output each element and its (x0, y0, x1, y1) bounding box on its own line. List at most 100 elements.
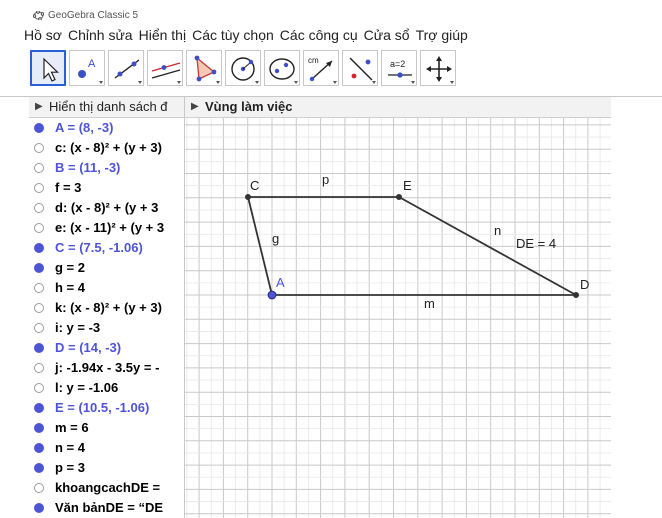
graphics-view-header[interactable]: ▶ Vùng làm việc (185, 97, 611, 118)
move-view-tool-button[interactable] (420, 50, 456, 86)
expand-triangle-icon[interactable]: ▶ (35, 101, 43, 112)
menu-tools[interactable]: Các công cụ (280, 27, 358, 47)
line-icon (114, 59, 142, 84)
algebra-row[interactable]: f = 3 (29, 178, 184, 198)
visibility-toggle[interactable] (34, 223, 44, 233)
algebra-expression[interactable]: D = (14, -3) (55, 340, 121, 355)
algebra-row[interactable]: m = 6 (29, 418, 184, 438)
algebra-row[interactable]: l: y = -1.06 (29, 378, 184, 398)
algebra-row[interactable]: B = (11, -3) (29, 158, 184, 178)
algebra-row[interactable]: h = 4 (29, 278, 184, 298)
reflect-tool-button[interactable] (342, 50, 378, 86)
algebra-expression[interactable]: c: (x - 8)² + (y + 3) (55, 140, 162, 155)
visibility-toggle[interactable] (34, 163, 44, 173)
point-D[interactable] (573, 292, 579, 298)
algebra-expression[interactable]: C = (7.5, -1.06) (55, 240, 143, 255)
text-DE[interactable]: DE = 4 (516, 236, 556, 251)
algebra-row[interactable]: g = 2 (29, 258, 184, 278)
algebra-row[interactable]: khoangcachDE = (29, 478, 184, 498)
distance-tool-button[interactable]: cm (303, 50, 339, 86)
algebra-row[interactable]: A = (8, -3) (29, 118, 184, 138)
expand-triangle-icon[interactable]: ▶ (191, 101, 199, 112)
visibility-toggle[interactable] (34, 283, 44, 293)
algebra-expression[interactable]: n = 4 (55, 440, 85, 455)
visibility-toggle[interactable] (34, 463, 44, 473)
visibility-toggle[interactable] (34, 423, 44, 433)
menu-window[interactable]: Cửa sổ (364, 27, 410, 47)
menu-help[interactable]: Trợ giúp (416, 27, 468, 47)
algebra-row[interactable]: E = (10.5, -1.06) (29, 398, 184, 418)
move-tool-button[interactable] (30, 50, 66, 86)
point-E[interactable] (396, 194, 402, 200)
menu-bar: Hồ sơ Chỉnh sửa Hiển thị Các tùy chọn Cá… (24, 27, 468, 47)
algebra-row[interactable]: C = (7.5, -1.06) (29, 238, 184, 258)
visibility-toggle[interactable] (34, 203, 44, 213)
ellipse-tool-button[interactable] (264, 50, 300, 86)
algebra-expression[interactable]: E = (10.5, -1.06) (55, 400, 149, 415)
algebra-expression[interactable]: g = 2 (55, 260, 85, 275)
algebra-expression[interactable]: Văn bảnDE = “DE (55, 500, 163, 515)
polygon-tool-button[interactable] (186, 50, 222, 86)
window-title: GeoGebra Classic 5 (48, 10, 139, 21)
label-C: C (250, 178, 259, 193)
point-tool-button[interactable]: A (69, 50, 105, 86)
algebra-row[interactable]: Văn bảnDE = “DE (29, 498, 184, 518)
algebra-row[interactable]: d: (x - 8)² + (y + 3 (29, 198, 184, 218)
algebra-row[interactable]: n = 4 (29, 438, 184, 458)
algebra-row[interactable]: p = 3 (29, 458, 184, 478)
algebra-expression[interactable]: e: (x - 11)² + (y + 3 (55, 220, 164, 235)
algebra-row[interactable]: e: (x - 11)² + (y + 3 (29, 218, 184, 238)
algebra-expression[interactable]: i: y = -3 (55, 320, 100, 335)
algebra-expression[interactable]: B = (11, -3) (55, 160, 120, 175)
algebra-expression[interactable]: j: -1.94x - 3.5y = - (55, 360, 159, 375)
visibility-toggle[interactable] (34, 363, 44, 373)
algebra-view-header[interactable]: ▶ Hiển thị danh sách đ (29, 97, 184, 118)
algebra-row[interactable]: c: (x - 8)² + (y + 3) (29, 138, 184, 158)
visibility-toggle[interactable] (34, 263, 44, 273)
menu-file[interactable]: Hồ sơ (24, 27, 62, 47)
point-icon: A (78, 58, 103, 84)
visibility-toggle[interactable] (34, 183, 44, 193)
algebra-expression[interactable]: m = 6 (55, 420, 89, 435)
label-m: m (424, 296, 435, 311)
point-C[interactable] (245, 194, 251, 200)
algebra-expression[interactable]: l: y = -1.06 (55, 380, 118, 395)
algebra-expression[interactable]: p = 3 (55, 460, 85, 475)
visibility-toggle[interactable] (34, 443, 44, 453)
visibility-toggle[interactable] (34, 303, 44, 313)
visibility-toggle[interactable] (34, 483, 44, 493)
circle-tool-button[interactable] (225, 50, 261, 86)
svg-text:A: A (88, 58, 96, 70)
point-A[interactable] (267, 290, 277, 300)
visibility-toggle[interactable] (34, 143, 44, 153)
algebra-view-title: Hiển thị danh sách đ (49, 99, 168, 114)
title-bar: GeoGebra Classic 5 (0, 0, 662, 26)
algebra-expression[interactable]: d: (x - 8)² + (y + 3 (55, 200, 158, 215)
visibility-toggle[interactable] (34, 343, 44, 353)
visibility-toggle[interactable] (34, 243, 44, 253)
visibility-toggle[interactable] (34, 503, 44, 513)
algebra-expression[interactable]: h = 4 (55, 280, 85, 295)
graphics-canvas[interactable]: A C E D p g n m DE = 4 (185, 118, 611, 518)
line-tool-button[interactable] (108, 50, 144, 86)
svg-text:cm: cm (308, 56, 319, 65)
graphics-view: ▶ Vùng làm việc A C E D p g n m DE = 4 (185, 97, 611, 518)
menu-view[interactable]: Hiển thị (139, 27, 186, 47)
menu-options[interactable]: Các tùy chọn (192, 27, 274, 47)
visibility-toggle[interactable] (34, 123, 44, 133)
algebra-row[interactable]: D = (14, -3) (29, 338, 184, 358)
visibility-toggle[interactable] (34, 383, 44, 393)
algebra-row[interactable]: k: (x - 8)² + (y + 3) (29, 298, 184, 318)
algebra-expression[interactable]: A = (8, -3) (55, 120, 113, 135)
label-D: D (580, 277, 589, 292)
visibility-toggle[interactable] (34, 403, 44, 413)
perpendicular-tool-button[interactable] (147, 50, 183, 86)
algebra-expression[interactable]: k: (x - 8)² + (y + 3) (55, 300, 162, 315)
algebra-expression[interactable]: khoangcachDE = (55, 480, 160, 495)
algebra-row[interactable]: i: y = -3 (29, 318, 184, 338)
algebra-expression[interactable]: f = 3 (55, 180, 81, 195)
menu-edit[interactable]: Chỉnh sửa (68, 27, 133, 47)
slider-tool-button[interactable]: a=2 (381, 50, 417, 86)
visibility-toggle[interactable] (34, 323, 44, 333)
algebra-row[interactable]: j: -1.94x - 3.5y = - (29, 358, 184, 378)
